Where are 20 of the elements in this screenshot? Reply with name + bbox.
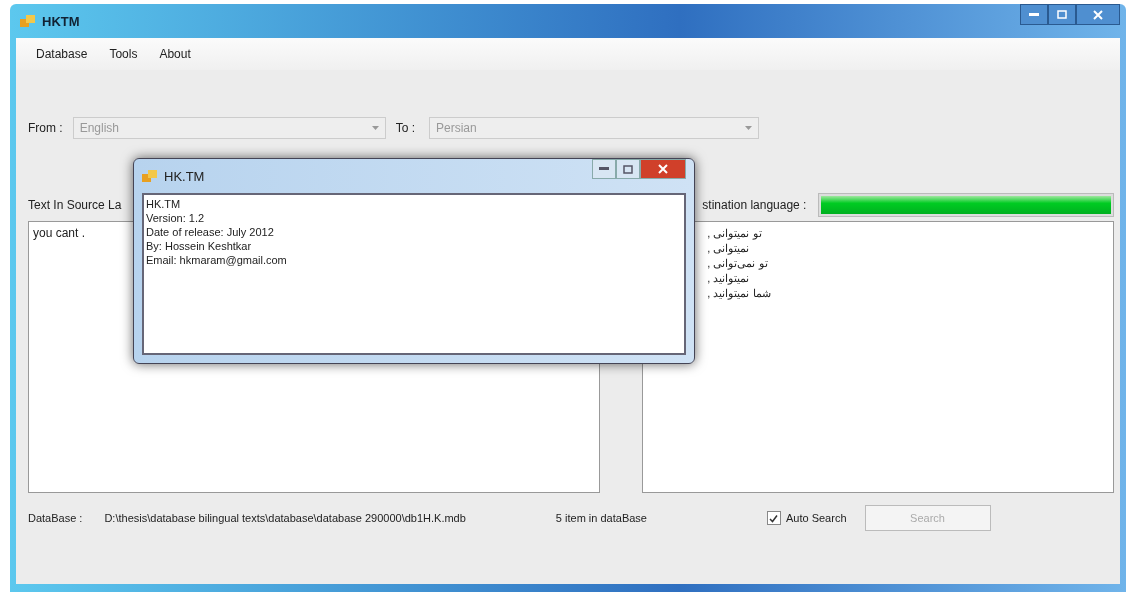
to-label: To : bbox=[395, 121, 415, 135]
about-line: Email: hkmaram@gmail.com bbox=[146, 253, 288, 267]
item-count: 5 item in dataBase bbox=[555, 512, 647, 524]
window-title: HKTM bbox=[42, 13, 80, 29]
database-path: D:\thesis\database bilingual texts\database\database 290000\db1H.K.mdb bbox=[104, 512, 466, 524]
database-label: DataBase : bbox=[28, 512, 83, 524]
result-line: شما نمیتوانید , bbox=[707, 286, 771, 301]
result-line: نمیتوانی , bbox=[707, 241, 750, 256]
about-line: HK.TM bbox=[146, 197, 182, 211]
result-line: تو نمیتوانی , bbox=[707, 226, 762, 241]
result-line: تو نمی‌توانی , bbox=[707, 256, 768, 271]
destination-language-label: stination language : bbox=[702, 198, 807, 212]
auto-search-label: Auto Search bbox=[785, 512, 847, 524]
about-line: Date of release: July 2012 bbox=[146, 225, 275, 239]
source-language-label: Text In Source La bbox=[28, 198, 122, 212]
about-line: Version: 1.2 bbox=[146, 211, 206, 225]
dialog-title: HK.TM bbox=[164, 168, 205, 184]
about-line: By: Hossein Keshtkar bbox=[146, 239, 253, 253]
from-label: From : bbox=[28, 121, 63, 135]
result-line: نمیتوانید , bbox=[707, 271, 750, 286]
